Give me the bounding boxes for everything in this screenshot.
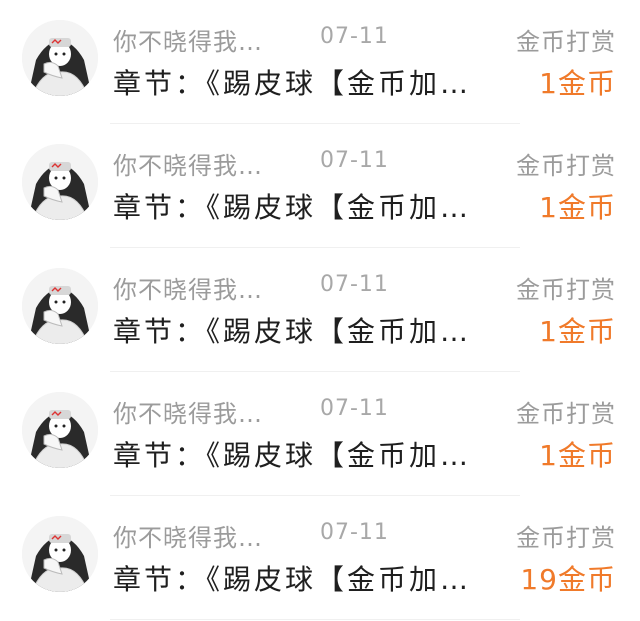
reward-record-list: 你不晓得我… 07-11 金币打赏 章节：《踢皮球【金币加… 1金币 你不晓得我…: [0, 0, 640, 621]
user-avatar-icon[interactable]: [22, 516, 98, 592]
reward-type: 金币打赏: [516, 152, 616, 180]
reward-type: 金币打赏: [516, 400, 616, 428]
reward-amount: 1金币: [539, 67, 616, 100]
sender-name: 你不晓得我…: [113, 276, 263, 304]
sender-name: 你不晓得我…: [113, 28, 263, 56]
reward-amount: 19金币: [520, 563, 616, 596]
chapter-title: 章节：《踢皮球【金币加…: [113, 563, 472, 596]
reward-type: 金币打赏: [516, 276, 616, 304]
reward-amount: 1金币: [539, 439, 616, 472]
list-item[interactable]: 你不晓得我… 07-11 金币打赏 章节：《踢皮球【金币加… 1金币: [0, 124, 640, 248]
user-avatar-icon[interactable]: [22, 144, 98, 220]
reward-amount: 1金币: [539, 191, 616, 224]
record-date: 07-11: [320, 148, 389, 173]
divider: [110, 619, 520, 620]
chapter-title: 章节：《踢皮球【金币加…: [113, 191, 472, 224]
record-date: 07-11: [320, 520, 389, 545]
sender-name: 你不晓得我…: [113, 400, 263, 428]
chapter-title: 章节：《踢皮球【金币加…: [113, 315, 472, 348]
record-date: 07-11: [320, 24, 389, 49]
list-item[interactable]: 你不晓得我… 07-11 金币打赏 章节：《踢皮球【金币加… 1金币: [0, 0, 640, 124]
record-date: 07-11: [320, 272, 389, 297]
reward-type: 金币打赏: [516, 524, 616, 552]
user-avatar-icon[interactable]: [22, 268, 98, 344]
chapter-title: 章节：《踢皮球【金币加…: [113, 439, 472, 472]
record-date: 07-11: [320, 396, 389, 421]
list-item[interactable]: 你不晓得我… 07-11 金币打赏 章节：《踢皮球【金币加… 19金币: [0, 496, 640, 620]
sender-name: 你不晓得我…: [113, 152, 263, 180]
user-avatar-icon[interactable]: [22, 20, 98, 96]
reward-amount: 1金币: [539, 315, 616, 348]
reward-type: 金币打赏: [516, 28, 616, 56]
list-item[interactable]: 你不晓得我… 07-11 金币打赏 章节：《踢皮球【金币加… 1金币: [0, 248, 640, 372]
list-item[interactable]: 你不晓得我… 07-11 金币打赏 章节：《踢皮球【金币加… 1金币: [0, 372, 640, 496]
sender-name: 你不晓得我…: [113, 524, 263, 552]
user-avatar-icon[interactable]: [22, 392, 98, 468]
chapter-title: 章节：《踢皮球【金币加…: [113, 67, 472, 100]
